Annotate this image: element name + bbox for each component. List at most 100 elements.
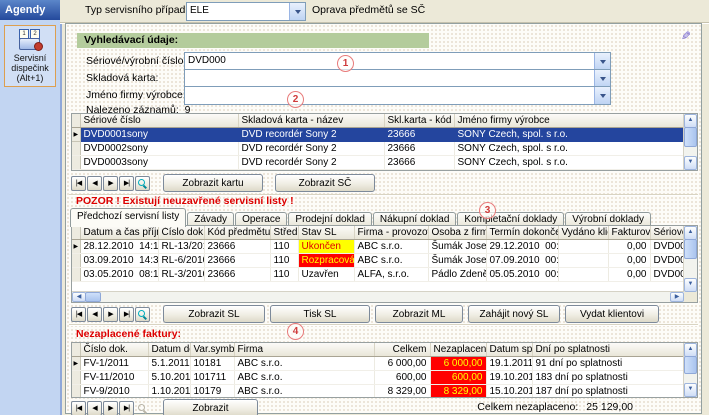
scroll-up-icon[interactable] bbox=[684, 114, 697, 128]
column-header[interactable]: Stav SL bbox=[298, 226, 354, 240]
manufacturer-combobox[interactable] bbox=[184, 86, 611, 105]
nav-last-button[interactable]: ▶| bbox=[119, 176, 134, 191]
column-header[interactable]: Střed. bbox=[270, 226, 298, 240]
column-header[interactable]: Datum a čas příjmu bbox=[80, 226, 158, 240]
column-header[interactable]: Termín dokončení bbox=[486, 226, 558, 240]
column-header[interactable]: Sériové číslo bbox=[650, 226, 684, 240]
row-selector-gutter: ▶ bbox=[72, 357, 80, 371]
sidebar-item-label: Servisní bbox=[6, 53, 54, 63]
nav-next-button[interactable]: ▶ bbox=[103, 307, 118, 322]
nav-prev-button[interactable]: ◀ bbox=[87, 307, 102, 322]
column-header[interactable]: Firma - provozovatel bbox=[354, 226, 428, 240]
table-cell: 23666 bbox=[384, 156, 454, 170]
show-card-button[interactable]: Zobrazit kartu bbox=[163, 174, 263, 192]
tab-predchozi-servisni-listy[interactable]: Předchozí servisní listy bbox=[70, 208, 186, 227]
column-header[interactable]: Nezaplaceno bbox=[430, 343, 486, 357]
column-header[interactable]: Číslo dok. bbox=[80, 343, 148, 357]
column-header[interactable]: Fakturováno bbox=[608, 226, 650, 240]
chevron-down-icon[interactable] bbox=[594, 87, 610, 104]
search-button[interactable] bbox=[135, 176, 150, 191]
nav-prev-button[interactable]: ◀ bbox=[87, 401, 102, 415]
column-header[interactable]: Celkem bbox=[374, 343, 430, 357]
column-header[interactable]: Kód předmětu (pův.) bbox=[204, 226, 270, 240]
table-row[interactable]: ▶DVD0001sonyDVD recordér Sony 223666SONY… bbox=[72, 128, 684, 142]
nav-next-button[interactable]: ▶ bbox=[103, 401, 118, 415]
sidebar-item-servisni-dispecink[interactable]: 12 Servisní dispečink (Alt+1) bbox=[4, 25, 56, 87]
show-invoice-button[interactable]: Zobrazit bbox=[163, 399, 258, 415]
nav-first-button[interactable]: |◀ bbox=[71, 401, 86, 415]
show-sl-button[interactable]: Zobrazit SL bbox=[163, 305, 265, 323]
vertical-scrollbar[interactable] bbox=[683, 114, 697, 170]
nav-next-button[interactable]: ▶ bbox=[103, 176, 118, 191]
nav-first-button[interactable]: |◀ bbox=[71, 176, 86, 191]
column-header[interactable]: Var.symbol bbox=[190, 343, 234, 357]
scroll-down-icon[interactable] bbox=[684, 156, 697, 170]
vertical-scrollbar[interactable] bbox=[683, 343, 697, 397]
serial-numbers-table: Sériové čísloSkladová karta - názevSkl.k… bbox=[71, 113, 698, 171]
table-row[interactable]: DVD0003sonyDVD recordér Sony 223666SONY … bbox=[72, 156, 684, 170]
case-type-combobox[interactable]: ELE bbox=[186, 2, 306, 21]
scroll-down-icon[interactable] bbox=[684, 278, 697, 292]
scroll-up-icon[interactable] bbox=[684, 343, 697, 357]
table-row[interactable]: FV-9/20101.10.201010179ABC s.r.o.8 329,0… bbox=[72, 385, 684, 399]
column-header[interactable]: Skladová karta - název bbox=[238, 114, 384, 128]
column-header[interactable]: Dní po splatnosti bbox=[532, 343, 684, 357]
table-row[interactable]: ▶FV-1/20115.1.201110181ABC s.r.o.6 000,0… bbox=[72, 357, 684, 371]
vertical-scrollbar[interactable] bbox=[683, 226, 697, 292]
chevron-down-icon[interactable] bbox=[594, 70, 610, 87]
column-header[interactable]: Sériové číslo bbox=[80, 114, 238, 128]
scroll-right-icon[interactable] bbox=[670, 292, 684, 302]
table-row[interactable]: FV-11/20105.10.2010101711ABC s.r.o.600,0… bbox=[72, 371, 684, 385]
table-cell: 0,00 bbox=[608, 240, 650, 254]
table-cell: SONY Czech, spol. s r.o. bbox=[454, 128, 684, 142]
table-cell: DVD recordér Sony 2 bbox=[238, 128, 384, 142]
table-row[interactable]: ▶28.12.2010 14:15RL-13/201023666110Ukonč… bbox=[72, 240, 684, 254]
table-row[interactable]: 03.09.2010 14:31RL-6/201023666110Rozprac… bbox=[72, 254, 684, 268]
table-cell: 15.10.2010 bbox=[486, 385, 532, 399]
print-sl-button[interactable]: Tisk SL bbox=[270, 305, 370, 323]
magnifier-icon bbox=[138, 404, 147, 413]
table-cell: 187 dní po splatnosti bbox=[532, 385, 684, 399]
start-new-sl-button[interactable]: Zahájit nový SL bbox=[468, 305, 560, 323]
scrollbar-thumb[interactable] bbox=[684, 239, 697, 259]
scroll-down-icon[interactable] bbox=[684, 383, 697, 397]
scrollbar-thumb[interactable] bbox=[85, 292, 101, 302]
table-row[interactable]: 03.05.2010 08:16RL-3/201023666110Uzavřen… bbox=[72, 268, 684, 282]
column-header[interactable]: Vydáno klientovi dn bbox=[558, 226, 608, 240]
show-serial-button[interactable]: Zobrazit SČ bbox=[275, 174, 375, 192]
nav-last-button[interactable]: ▶| bbox=[119, 401, 134, 415]
scrollbar-thumb[interactable] bbox=[684, 127, 697, 147]
row-selector-gutter bbox=[72, 268, 80, 282]
table-row[interactable]: DVD0002sonyDVD recordér Sony 223666SONY … bbox=[72, 142, 684, 156]
row-selector-gutter: ▶ bbox=[72, 128, 80, 142]
column-header[interactable]: Osoba z firmy bbox=[428, 226, 486, 240]
chevron-down-icon[interactable] bbox=[594, 53, 610, 70]
horizontal-scrollbar[interactable] bbox=[72, 291, 684, 302]
issue-to-client-button[interactable]: Vydat klientovi bbox=[565, 305, 659, 323]
column-header[interactable]: Datum spl. bbox=[486, 343, 532, 357]
table-cell: Uzavřen bbox=[298, 268, 354, 282]
table-cell: 19.10.2010 bbox=[486, 371, 532, 385]
nav-last-button[interactable]: ▶| bbox=[119, 307, 134, 322]
column-header[interactable]: Datum dok. bbox=[148, 343, 190, 357]
search-group-title: Vyhledávací údaje: bbox=[77, 33, 429, 48]
scrollbar-thumb[interactable] bbox=[684, 356, 697, 374]
search-button[interactable] bbox=[135, 307, 150, 322]
table-cell: 10179 bbox=[190, 385, 234, 399]
nav-first-button[interactable]: |◀ bbox=[71, 307, 86, 322]
table-cell: 5.1.2011 bbox=[148, 357, 190, 371]
show-ml-button[interactable]: Zobrazit ML bbox=[375, 305, 463, 323]
table-cell: 0,00 bbox=[608, 254, 650, 268]
nav-prev-button[interactable]: ◀ bbox=[87, 176, 102, 191]
table-cell: 1.10.2010 bbox=[148, 385, 190, 399]
column-header[interactable]: Skl.karta - kód bbox=[384, 114, 454, 128]
chevron-down-icon[interactable] bbox=[289, 3, 305, 20]
edit-pencil-icon[interactable]: ✎ bbox=[678, 29, 694, 45]
column-header[interactable]: Firma bbox=[234, 343, 374, 357]
table-cell: 8 329,00 bbox=[430, 385, 486, 399]
scroll-up-icon[interactable] bbox=[684, 226, 697, 240]
table-cell: 600,00 bbox=[430, 371, 486, 385]
scroll-left-icon[interactable] bbox=[72, 292, 86, 302]
column-header[interactable]: Jméno firmy výrobce bbox=[454, 114, 684, 128]
column-header[interactable]: Číslo dok. bbox=[158, 226, 204, 240]
